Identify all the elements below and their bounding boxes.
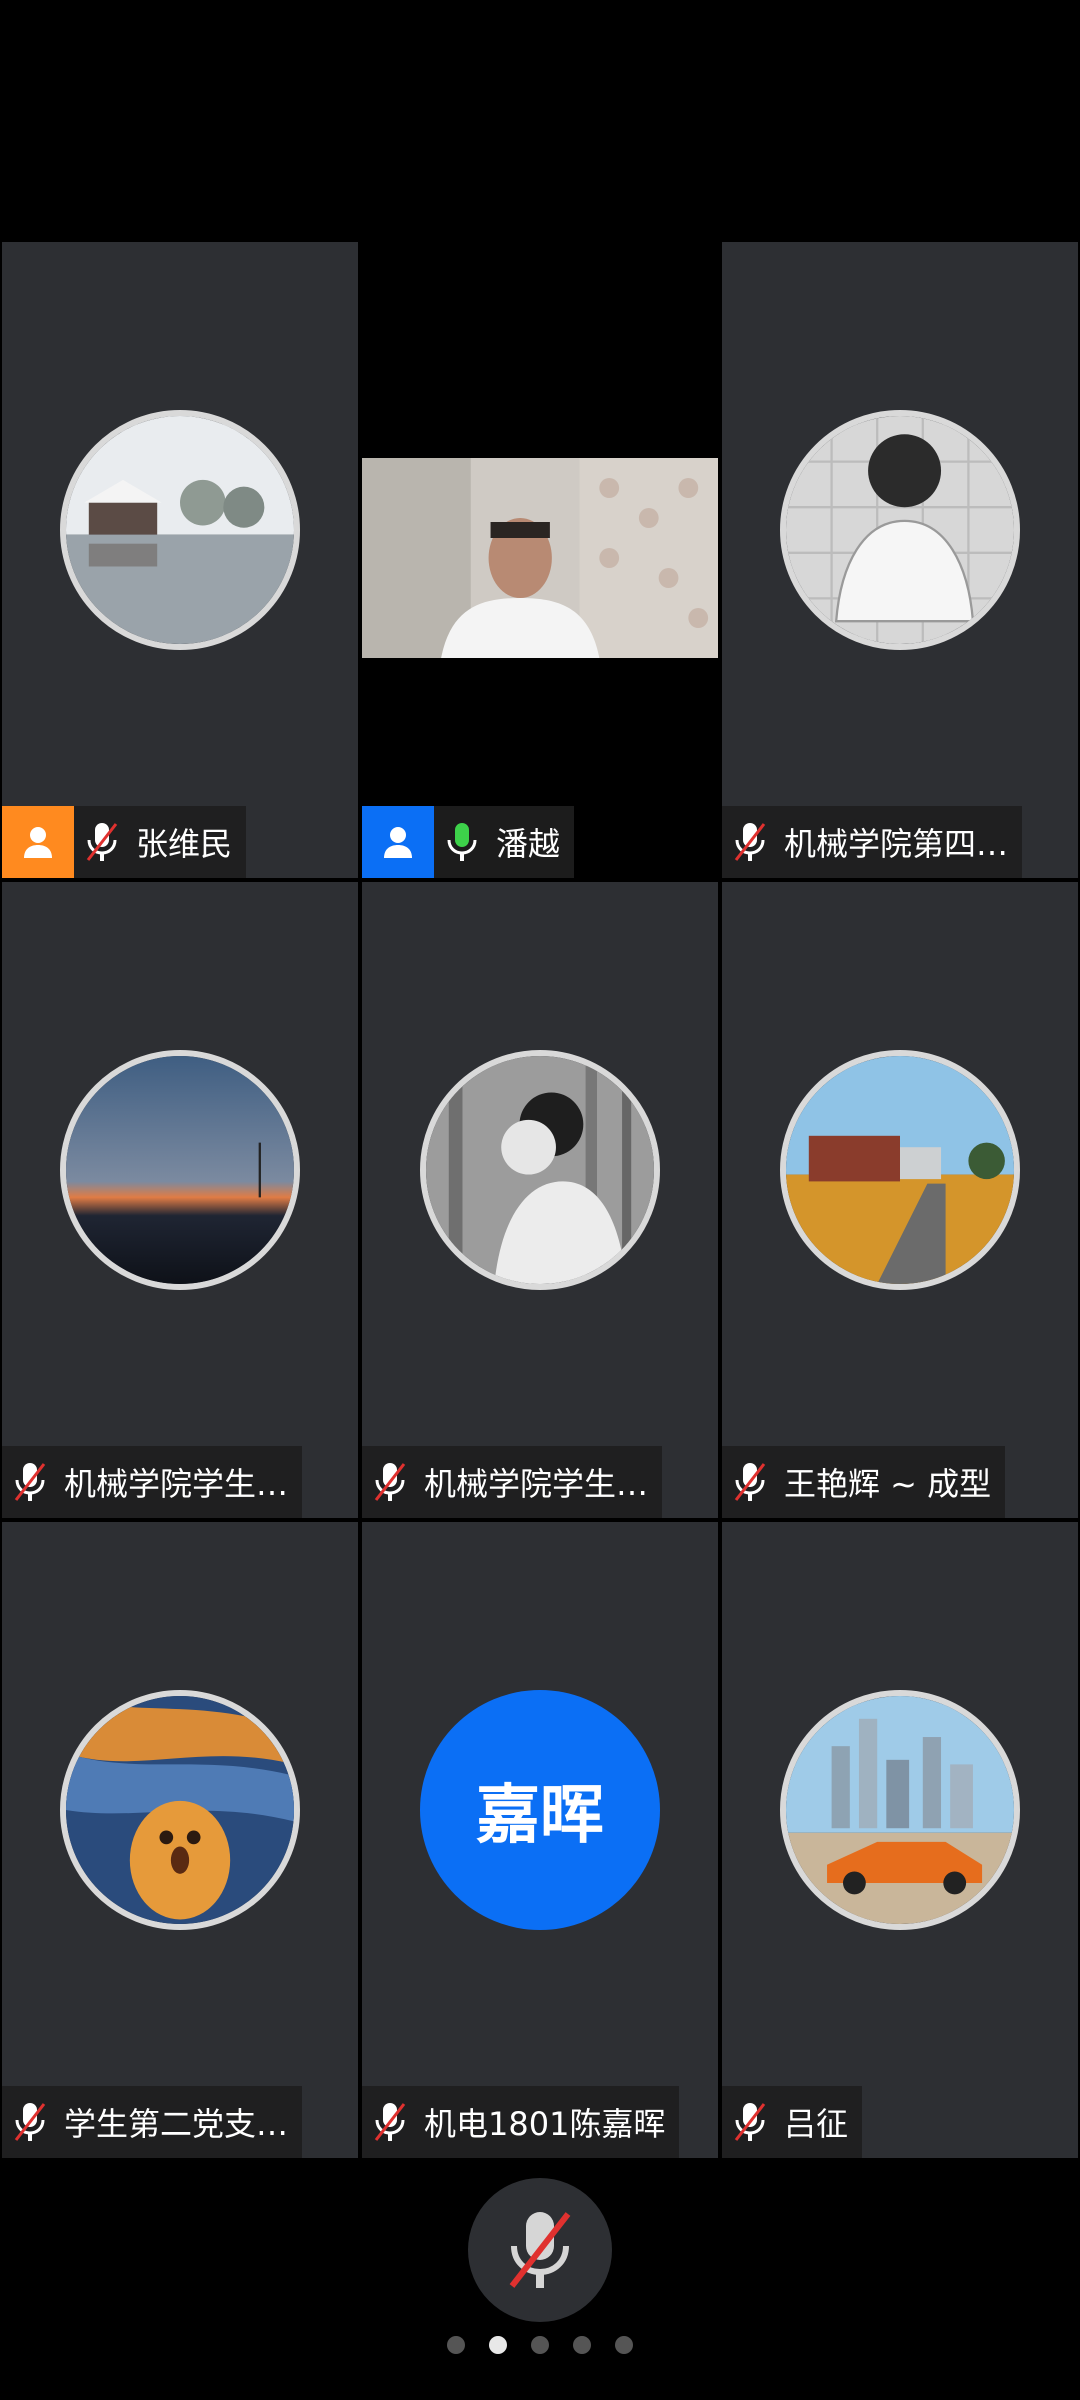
mic-muted-icon xyxy=(2,2086,58,2158)
participant-name: 机械学院学生… xyxy=(424,1465,649,1503)
participant-tile[interactable]: 王艳辉 ~ 成型 xyxy=(720,880,1080,1520)
mic-muted-icon xyxy=(722,1446,778,1518)
participant-label: 机械学院学生… xyxy=(362,1446,663,1518)
participant-tile[interactable]: 机械学院学生… xyxy=(0,880,360,1520)
avatar xyxy=(780,1050,1020,1290)
participant-name: 张维民 xyxy=(136,825,233,863)
participant-grid: 张维民 潘越 机械学院第四… 机械学院学生… 机械学院学生… 王艳辉 ~ 成型 … xyxy=(0,240,1080,2160)
person-icon xyxy=(24,827,52,858)
page-dot[interactable] xyxy=(531,2336,549,2354)
participant-label: 潘越 xyxy=(362,806,575,878)
avatar xyxy=(60,410,300,650)
participant-name: 学生第二党支… xyxy=(64,2105,289,2143)
mic-active-icon xyxy=(434,806,490,878)
participant-label: 机电1801陈嘉晖 xyxy=(362,2086,680,2158)
participant-tile[interactable]: 潘越 xyxy=(360,240,720,880)
participant-label: 机械学院第四… xyxy=(722,806,1023,878)
mic-toggle-button[interactable] xyxy=(468,2178,612,2322)
mic-muted-icon xyxy=(722,2086,778,2158)
avatar xyxy=(60,1050,300,1290)
participant-label: 学生第二党支… xyxy=(2,2086,303,2158)
mic-muted-icon xyxy=(362,2086,418,2158)
participant-tile[interactable]: 嘉晖 机电1801陈嘉晖 xyxy=(360,1520,720,2160)
participant-tile[interactable]: 机械学院学生… xyxy=(360,880,720,1520)
participant-tile[interactable]: 张维民 xyxy=(0,240,360,880)
participant-label: 张维民 xyxy=(2,806,247,878)
mic-muted-icon xyxy=(722,806,778,878)
avatar xyxy=(60,1690,300,1930)
avatar-initials: 嘉晖 xyxy=(420,1690,660,1930)
participant-tile[interactable]: 机械学院第四… xyxy=(720,240,1080,880)
participant-label: 机械学院学生… xyxy=(2,1446,303,1518)
participant-tile[interactable]: 吕征 xyxy=(720,1520,1080,2160)
mic-muted-icon xyxy=(2,1446,58,1518)
avatar xyxy=(420,1050,660,1290)
participant-name: 机电1801陈嘉晖 xyxy=(424,2105,666,2143)
video-feed xyxy=(362,458,718,658)
avatar xyxy=(780,1690,1020,1930)
cohost-badge xyxy=(362,806,434,878)
participant-name: 王艳辉 ~ 成型 xyxy=(784,1465,992,1503)
page-dot[interactable] xyxy=(615,2336,633,2354)
mic-muted-icon xyxy=(74,806,130,878)
participant-tile[interactable]: 学生第二党支… xyxy=(0,1520,360,2160)
person-icon xyxy=(384,827,412,858)
participant-name: 机械学院第四… xyxy=(784,825,1009,863)
page-indicator xyxy=(0,2336,1080,2354)
mic-muted-icon xyxy=(509,2212,571,2288)
host-badge xyxy=(2,806,74,878)
avatar xyxy=(780,410,1020,650)
participant-label: 王艳辉 ~ 成型 xyxy=(722,1446,1006,1518)
participant-label: 吕征 xyxy=(722,2086,863,2158)
participant-name: 吕征 xyxy=(784,2105,849,2143)
participant-name: 潘越 xyxy=(496,825,561,863)
participant-name: 机械学院学生… xyxy=(64,1465,289,1503)
page-dot[interactable] xyxy=(573,2336,591,2354)
mic-muted-icon xyxy=(362,1446,418,1518)
page-dot[interactable] xyxy=(447,2336,465,2354)
page-dot-active[interactable] xyxy=(489,2336,507,2354)
